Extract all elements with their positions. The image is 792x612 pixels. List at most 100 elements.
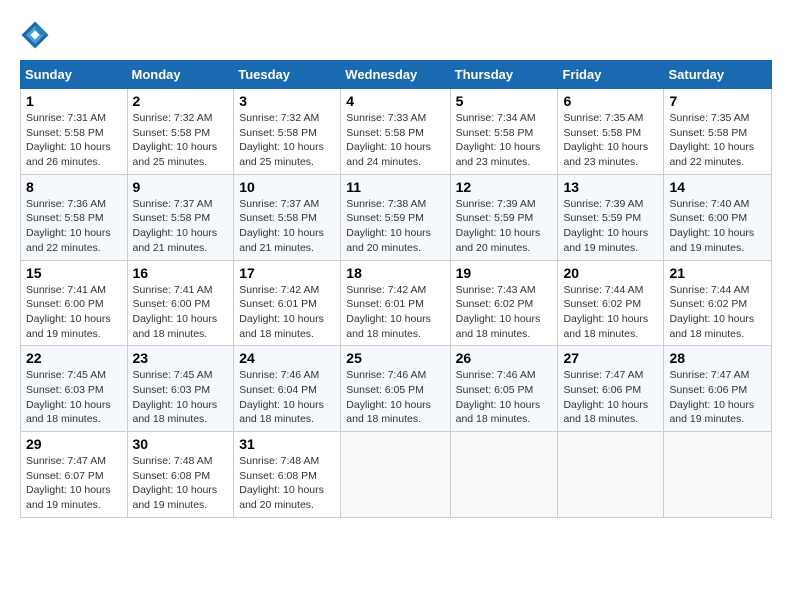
calendar-cell — [450, 432, 558, 518]
day-info: Sunrise: 7:31 AMSunset: 5:58 PMDaylight:… — [26, 112, 111, 168]
day-info: Sunrise: 7:40 AMSunset: 6:00 PMDaylight:… — [669, 198, 754, 254]
calendar-cell — [341, 432, 450, 518]
day-info: Sunrise: 7:39 AMSunset: 5:59 PMDaylight:… — [563, 198, 648, 254]
calendar-cell: 10Sunrise: 7:37 AMSunset: 5:58 PMDayligh… — [234, 174, 341, 260]
day-number: 21 — [669, 265, 766, 281]
calendar-cell: 31 Sunrise: 7:48 AMSunset: 6:08 PMDayligh… — [234, 432, 341, 518]
day-number: 10 — [239, 179, 335, 195]
day-info: Sunrise: 7:44 AMSunset: 6:02 PMDaylight:… — [669, 284, 754, 340]
day-number: 5 — [456, 93, 553, 109]
calendar-cell — [664, 432, 772, 518]
calendar-week-row: 8Sunrise: 7:36 AMSunset: 5:58 PMDaylight… — [21, 174, 772, 260]
calendar-cell: 3Sunrise: 7:32 AMSunset: 5:58 PMDaylight… — [234, 89, 341, 175]
day-number: 30 — [133, 436, 229, 452]
day-number: 24 — [239, 350, 335, 366]
calendar-cell: 26Sunrise: 7:46 AMSunset: 6:05 PMDayligh… — [450, 346, 558, 432]
header-friday: Friday — [558, 61, 664, 89]
calendar-cell: 8Sunrise: 7:36 AMSunset: 5:58 PMDaylight… — [21, 174, 128, 260]
day-info: Sunrise: 7:48 AMSunset: 6:08 PMDaylight:… — [239, 455, 324, 511]
header-saturday: Saturday — [664, 61, 772, 89]
day-info: Sunrise: 7:47 AMSunset: 6:06 PMDaylight:… — [669, 369, 754, 425]
day-number: 9 — [133, 179, 229, 195]
calendar-cell: 13 Sunrise: 7:39 AMSunset: 5:59 PMDayligh… — [558, 174, 664, 260]
day-number: 25 — [346, 350, 444, 366]
logo-icon — [20, 20, 50, 50]
day-number: 12 — [456, 179, 553, 195]
calendar-cell: 15Sunrise: 7:41 AMSunset: 6:00 PMDayligh… — [21, 260, 128, 346]
day-number: 20 — [563, 265, 658, 281]
day-info: Sunrise: 7:46 AMSunset: 6:05 PMDaylight:… — [346, 369, 431, 425]
calendar-cell: 5 Sunrise: 7:34 AMSunset: 5:58 PMDaylight… — [450, 89, 558, 175]
day-info: Sunrise: 7:42 AMSunset: 6:01 PMDaylight:… — [346, 284, 431, 340]
day-number: 2 — [133, 93, 229, 109]
calendar-cell: 24 Sunrise: 7:46 AMSunset: 6:04 PMDayligh… — [234, 346, 341, 432]
header-sunday: Sunday — [21, 61, 128, 89]
day-number: 14 — [669, 179, 766, 195]
calendar-cell: 4 Sunrise: 7:33 AMSunset: 5:58 PMDaylight… — [341, 89, 450, 175]
header-tuesday: Tuesday — [234, 61, 341, 89]
day-number: 13 — [563, 179, 658, 195]
day-info: Sunrise: 7:36 AMSunset: 5:58 PMDaylight:… — [26, 198, 111, 254]
day-number: 31 — [239, 436, 335, 452]
calendar-cell — [558, 432, 664, 518]
calendar-week-row: 29Sunrise: 7:47 AMSunset: 6:07 PMDayligh… — [21, 432, 772, 518]
calendar-cell: 18 Sunrise: 7:42 AMSunset: 6:01 PMDayligh… — [341, 260, 450, 346]
day-info: Sunrise: 7:33 AMSunset: 5:58 PMDaylight:… — [346, 112, 431, 168]
calendar-cell: 28 Sunrise: 7:47 AMSunset: 6:06 PMDayligh… — [664, 346, 772, 432]
header-wednesday: Wednesday — [341, 61, 450, 89]
day-info: Sunrise: 7:34 AMSunset: 5:58 PMDaylight:… — [456, 112, 541, 168]
calendar-cell: 16 Sunrise: 7:41 AMSunset: 6:00 PMDayligh… — [127, 260, 234, 346]
calendar-week-row: 15 Sunrise: 7:41 AMSunset: 6:00 PMDayligh… — [21, 260, 772, 346]
calendar-cell: 17 Sunrise: 7:42 AMSunset: 6:01 PMDayligh… — [234, 260, 341, 346]
day-info: Sunrise: 7:37 AMSunset: 5:58 PMDaylight:… — [133, 198, 218, 254]
calendar-cell: 2 Sunrise: 7:32 AMSunset: 5:58 PMDaylight… — [127, 89, 234, 175]
page-header — [20, 20, 772, 50]
day-info: Sunrise: 7:32 AMSunset: 5:58 PMDaylight:… — [239, 112, 324, 168]
day-info: Sunrise: 7:47 AMSunset: 6:07 PMDaylight:… — [26, 455, 111, 511]
calendar-cell: 22 Sunrise: 7:45 AMSunset: 6:03 PMDayligh… — [21, 346, 128, 432]
day-info: Sunrise: 7:35 AMSunset: 5:58 PMDaylight:… — [563, 112, 648, 168]
calendar-header-row: SundayMondayTuesdayWednesdayThursdayFrid… — [21, 61, 772, 89]
day-info: Sunrise: 7:41 AMSunset: 6:00 PMDaylight:… — [133, 284, 218, 340]
day-info: Sunrise: 7:45 AMSunset: 6:03 PMDaylight:… — [133, 369, 218, 425]
calendar-cell: 25 Sunrise: 7:46 AMSunset: 6:05 PMDayligh… — [341, 346, 450, 432]
calendar-cell: 11Sunrise: 7:38 AMSunset: 5:59 PMDayligh… — [341, 174, 450, 260]
day-number: 22 — [26, 350, 122, 366]
calendar-cell: 6 Sunrise: 7:35 AMSunset: 5:58 PMDaylight… — [558, 89, 664, 175]
calendar-cell: 30 Sunrise: 7:48 AMSunset: 6:08 PMDayligh… — [127, 432, 234, 518]
calendar-cell: 19 Sunrise: 7:43 AMSunset: 6:02 PMDayligh… — [450, 260, 558, 346]
calendar-week-row: 22 Sunrise: 7:45 AMSunset: 6:03 PMDayligh… — [21, 346, 772, 432]
calendar-week-row: 1 Sunrise: 7:31 AMSunset: 5:58 PMDaylight… — [21, 89, 772, 175]
day-number: 11 — [346, 179, 444, 195]
day-number: 23 — [133, 350, 229, 366]
day-number: 28 — [669, 350, 766, 366]
header-monday: Monday — [127, 61, 234, 89]
calendar-cell: 14 Sunrise: 7:40 AMSunset: 6:00 PMDayligh… — [664, 174, 772, 260]
day-number: 26 — [456, 350, 553, 366]
day-info: Sunrise: 7:48 AMSunset: 6:08 PMDaylight:… — [133, 455, 218, 511]
day-info: Sunrise: 7:44 AMSunset: 6:02 PMDaylight:… — [563, 284, 648, 340]
calendar-table: SundayMondayTuesdayWednesdayThursdayFrid… — [20, 60, 772, 518]
day-info: Sunrise: 7:46 AMSunset: 6:04 PMDaylight:… — [239, 369, 324, 425]
day-number: 19 — [456, 265, 553, 281]
calendar-cell: 23 Sunrise: 7:45 AMSunset: 6:03 PMDayligh… — [127, 346, 234, 432]
day-number: 16 — [133, 265, 229, 281]
calendar-cell: 12Sunrise: 7:39 AMSunset: 5:59 PMDayligh… — [450, 174, 558, 260]
day-info: Sunrise: 7:45 AMSunset: 6:03 PMDaylight:… — [26, 369, 111, 425]
day-number: 4 — [346, 93, 444, 109]
day-info: Sunrise: 7:43 AMSunset: 6:02 PMDaylight:… — [456, 284, 541, 340]
day-number: 1 — [26, 93, 122, 109]
day-number: 18 — [346, 265, 444, 281]
day-info: Sunrise: 7:42 AMSunset: 6:01 PMDaylight:… — [239, 284, 324, 340]
day-number: 17 — [239, 265, 335, 281]
calendar-cell: 21 Sunrise: 7:44 AMSunset: 6:02 PMDayligh… — [664, 260, 772, 346]
day-number: 6 — [563, 93, 658, 109]
day-info: Sunrise: 7:32 AMSunset: 5:58 PMDaylight:… — [133, 112, 218, 168]
calendar-cell: 9 Sunrise: 7:37 AMSunset: 5:58 PMDaylight… — [127, 174, 234, 260]
calendar-cell: 29Sunrise: 7:47 AMSunset: 6:07 PMDayligh… — [21, 432, 128, 518]
calendar-cell: 20 Sunrise: 7:44 AMSunset: 6:02 PMDayligh… — [558, 260, 664, 346]
calendar-cell: 27Sunrise: 7:47 AMSunset: 6:06 PMDayligh… — [558, 346, 664, 432]
day-number: 15 — [26, 265, 122, 281]
day-info: Sunrise: 7:35 AMSunset: 5:58 PMDaylight:… — [669, 112, 754, 168]
calendar-cell: 1 Sunrise: 7:31 AMSunset: 5:58 PMDaylight… — [21, 89, 128, 175]
